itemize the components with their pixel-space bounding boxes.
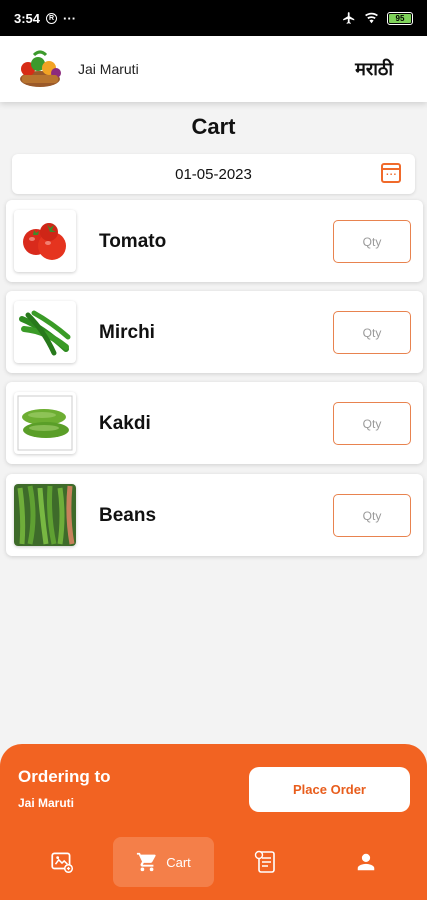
- status-bar: 3:54 R ··· 95: [0, 0, 427, 36]
- tomato-image: [14, 210, 76, 272]
- place-order-button[interactable]: Place Order: [249, 767, 410, 812]
- page-title: Cart: [191, 114, 236, 139]
- app-bar: Jai Maruti मराठी: [0, 36, 427, 102]
- quantity-input[interactable]: [333, 494, 411, 537]
- item-name: Beans: [99, 505, 157, 526]
- battery-icon: 95: [387, 11, 413, 25]
- nav-cart-label: Cart: [166, 854, 191, 870]
- order-footer: Ordering to Jai Maruti Place Order Cart: [0, 744, 427, 900]
- cart-item-beans: Beans: [6, 474, 423, 556]
- airplane-mode-icon: [343, 12, 355, 24]
- nav-profile[interactable]: [344, 837, 388, 887]
- ordering-to-label: Ordering to: [18, 767, 111, 786]
- item-name: Tomato: [99, 231, 167, 252]
- profile-icon: [357, 853, 375, 871]
- item-name: Mirchi: [99, 322, 155, 343]
- notification-icon: R: [46, 12, 58, 24]
- beans-image: [14, 484, 76, 546]
- cart-item-kakdi: Kakdi: [6, 382, 423, 464]
- language-toggle[interactable]: मराठी: [355, 57, 393, 81]
- wifi-icon: [365, 12, 378, 24]
- orders-icon: [254, 850, 275, 873]
- kakdi-image: [14, 392, 76, 454]
- cart-icon: [137, 852, 156, 872]
- mirchi-image: [14, 301, 76, 363]
- status-time: 3:54: [14, 10, 41, 26]
- item-name: Kakdi: [99, 413, 151, 434]
- products-icon: [51, 852, 74, 874]
- battery-level: 95: [389, 13, 411, 23]
- quantity-input[interactable]: [333, 402, 411, 445]
- more-notifications-icon: ···: [63, 10, 77, 26]
- nav-orders[interactable]: [244, 837, 288, 887]
- nav-products[interactable]: [40, 837, 84, 887]
- cart-item-tomato: Tomato: [6, 200, 423, 282]
- calendar-icon[interactable]: [381, 163, 401, 183]
- cart-item-mirchi: Mirchi: [6, 291, 423, 373]
- bottom-navigation: Cart: [0, 837, 427, 887]
- selected-date: 01-05-2023: [175, 165, 252, 183]
- ordering-shop-name: Jai Maruti: [18, 796, 75, 810]
- quantity-input[interactable]: [333, 220, 411, 263]
- quantity-input[interactable]: [333, 311, 411, 354]
- vegetable-basket-logo: [16, 49, 64, 89]
- date-picker[interactable]: 01-05-2023: [12, 154, 415, 194]
- shop-name: Jai Maruti: [78, 61, 139, 77]
- nav-cart[interactable]: Cart: [113, 837, 214, 887]
